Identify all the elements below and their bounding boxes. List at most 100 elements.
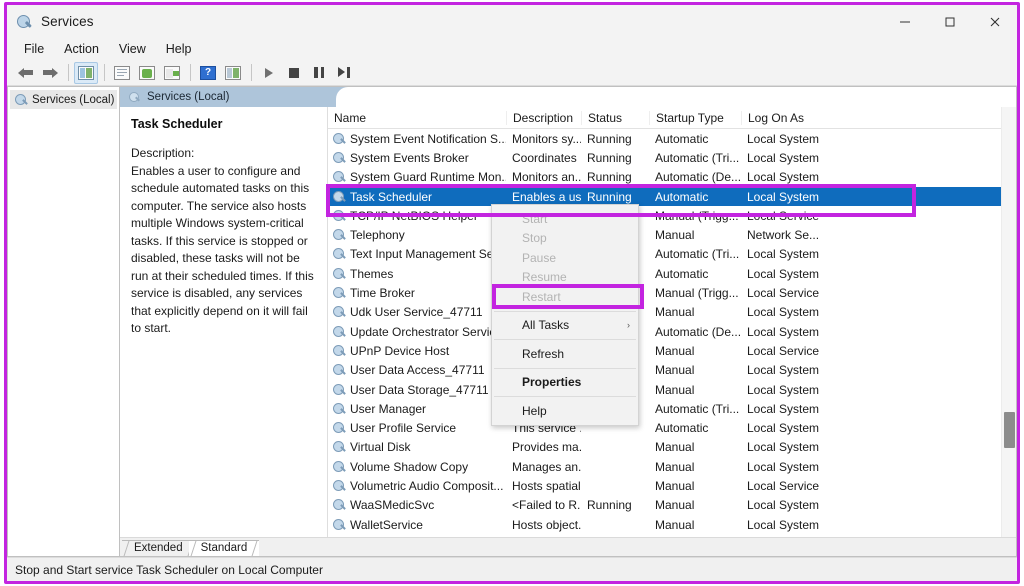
table-row[interactable]: User Data Access_47711Provides ap...Manu… — [328, 361, 1016, 380]
row-cell-startup-type: Automatic — [649, 267, 741, 281]
table-row[interactable]: User ManagerUser Manag...Automatic (Tri.… — [328, 399, 1016, 418]
stop-service-icon[interactable] — [282, 62, 306, 84]
content-header: Services (Local) — [120, 87, 1016, 107]
row-service-name: UPnP Device Host — [350, 344, 449, 358]
menu-file[interactable]: File — [16, 40, 54, 59]
table-row[interactable]: TelephonyProvides Tel...ManualNetwork Se… — [328, 225, 1016, 244]
screenshot-root: Services File Action View Help — [0, 0, 1024, 586]
column-header-status[interactable]: Status — [581, 111, 649, 125]
table-row[interactable]: Virtual DiskProvides ma...ManualLocal Sy… — [328, 438, 1016, 457]
detail-description-label: Description: — [131, 145, 316, 163]
services-gear-icon — [332, 305, 346, 319]
services-gear-icon — [332, 132, 346, 146]
row-cell-log-on-as: Local System — [741, 383, 826, 397]
services-gear-icon — [14, 93, 28, 107]
context-menu-item-label: Properties — [522, 375, 581, 389]
context-menu-item-help[interactable]: Help — [492, 401, 638, 421]
menu-view[interactable]: View — [111, 40, 156, 59]
context-menu-item-properties[interactable]: Properties — [492, 373, 638, 393]
row-cell-startup-type: Manual — [649, 440, 741, 454]
maximize-button[interactable] — [927, 5, 972, 38]
services-gear-icon — [332, 151, 346, 165]
close-button[interactable] — [972, 5, 1017, 38]
menu-help[interactable]: Help — [158, 40, 202, 59]
back-arrow-icon[interactable] — [13, 62, 37, 84]
row-cell-startup-type: Automatic (Tri... — [649, 402, 741, 416]
row-cell-name: User Profile Service — [328, 421, 506, 435]
context-menu-item-all-tasks[interactable]: All Tasks› — [492, 316, 638, 336]
services-gear-icon — [332, 498, 346, 512]
services-gear-icon — [332, 228, 346, 242]
table-row[interactable]: System Event Notification S...Monitors s… — [328, 129, 1016, 148]
context-menu-item-pause: Pause — [492, 248, 638, 268]
table-row[interactable]: Udk User Service_47711Shell compo...Manu… — [328, 303, 1016, 322]
help-icon[interactable]: ? — [196, 62, 220, 84]
table-row[interactable]: UPnP Device HostAllows UPnP...ManualLoca… — [328, 341, 1016, 360]
minimize-button[interactable] — [882, 5, 927, 38]
table-row[interactable]: System Events BrokerCoordinates ...Runni… — [328, 148, 1016, 167]
row-service-name: User Manager — [350, 402, 426, 416]
column-header-startup-type[interactable]: Startup Type — [649, 111, 741, 125]
row-cell-startup-type: Manual — [649, 498, 741, 512]
row-cell-status: Running — [581, 498, 649, 512]
services-window: Services File Action View Help — [7, 5, 1017, 581]
scrollbar-thumb[interactable] — [1004, 412, 1015, 448]
forward-arrow-icon[interactable] — [38, 62, 62, 84]
column-header-description[interactable]: Description — [506, 111, 581, 125]
context-menu-item-refresh[interactable]: Refresh — [492, 344, 638, 364]
title-bar: Services — [7, 5, 1017, 38]
table-row[interactable]: Task SchedulerEnables a us...RunningAuto… — [328, 187, 1016, 206]
row-cell-startup-type: Manual — [649, 305, 741, 319]
row-cell-startup-type: Automatic — [649, 190, 741, 204]
row-cell-startup-type: Automatic (Tri... — [649, 151, 741, 165]
table-row[interactable]: ThemesProvides us...AutomaticLocal Syste… — [328, 264, 1016, 283]
row-cell-name: Volumetric Audio Composit... — [328, 479, 506, 493]
refresh-icon[interactable] — [135, 62, 159, 84]
table-row[interactable]: Text Input Management SerText Input MAut… — [328, 245, 1016, 264]
service-context-menu[interactable]: StartStopPauseResumeRestartAll Tasks›Ref… — [491, 204, 639, 426]
list-header: Name Description Status Startup Type Log… — [328, 107, 1016, 129]
tab-standard[interactable]: Standard — [189, 540, 260, 556]
services-gear-icon — [332, 363, 346, 377]
table-row[interactable]: WalletServiceHosts object...ManualLocal … — [328, 515, 1016, 534]
row-cell-name: WaaSMedicSvc — [328, 498, 506, 512]
row-cell-name: Update Orchestrator Service — [328, 325, 506, 339]
show-hide-console-tree-icon[interactable] — [74, 62, 98, 84]
tree-item-services-local[interactable]: Services (Local) — [10, 90, 117, 109]
table-row[interactable]: User Data Storage_47711Handles sto...Man… — [328, 380, 1016, 399]
pause-service-icon[interactable] — [307, 62, 331, 84]
table-row[interactable]: Volumetric Audio Composit...Hosts spatia… — [328, 476, 1016, 495]
services-list-pane: Name Description Status Startup Type Log… — [328, 107, 1016, 537]
table-row[interactable]: System Guard Runtime Mon...Monitors an..… — [328, 168, 1016, 187]
table-row[interactable]: User Profile ServiceThis service ...Auto… — [328, 418, 1016, 437]
export-icon[interactable] — [160, 62, 184, 84]
services-gear-icon — [332, 286, 346, 300]
services-gear-icon — [332, 209, 346, 223]
column-header-log-on-as[interactable]: Log On As — [741, 111, 826, 125]
row-cell-name: Task Scheduler — [328, 190, 506, 204]
table-row[interactable]: Time BrokerCoordinates ...Manual (Trigg.… — [328, 283, 1016, 302]
table-row[interactable]: Volume Shadow CopyManages an...ManualLoc… — [328, 457, 1016, 476]
column-header-name[interactable]: Name — [328, 111, 506, 125]
table-row[interactable]: WaaSMedicSvc<Failed to R...RunningManual… — [328, 496, 1016, 515]
row-cell-log-on-as: Local Service — [741, 209, 826, 223]
row-cell-status: Running — [581, 170, 649, 184]
list-vertical-scrollbar[interactable] — [1001, 107, 1016, 537]
start-service-icon[interactable] — [257, 62, 281, 84]
table-row[interactable]: Update Orchestrator ServiceManages Wi...… — [328, 322, 1016, 341]
restart-service-icon[interactable] — [332, 62, 356, 84]
row-cell-startup-type: Automatic (De... — [649, 325, 741, 339]
menu-action[interactable]: Action — [56, 40, 109, 59]
row-service-name: Telephony — [350, 228, 405, 242]
export-list-icon[interactable] — [110, 62, 134, 84]
table-row[interactable]: TCP/IP NetBIOS HelperProvides su...Runni… — [328, 206, 1016, 225]
table-row[interactable]: wampapache64Apache/2.4.5...ManualLocal S… — [328, 534, 1016, 537]
properties-icon[interactable] — [221, 62, 245, 84]
row-cell-log-on-as: Local System — [741, 402, 826, 416]
row-cell-name: System Events Broker — [328, 151, 506, 165]
row-cell-name: System Event Notification S... — [328, 132, 506, 146]
row-cell-log-on-as: Local System — [741, 267, 826, 281]
toolbar-separator — [68, 64, 69, 81]
row-cell-log-on-as: Local System — [741, 518, 826, 532]
tab-extended[interactable]: Extended — [122, 540, 195, 556]
